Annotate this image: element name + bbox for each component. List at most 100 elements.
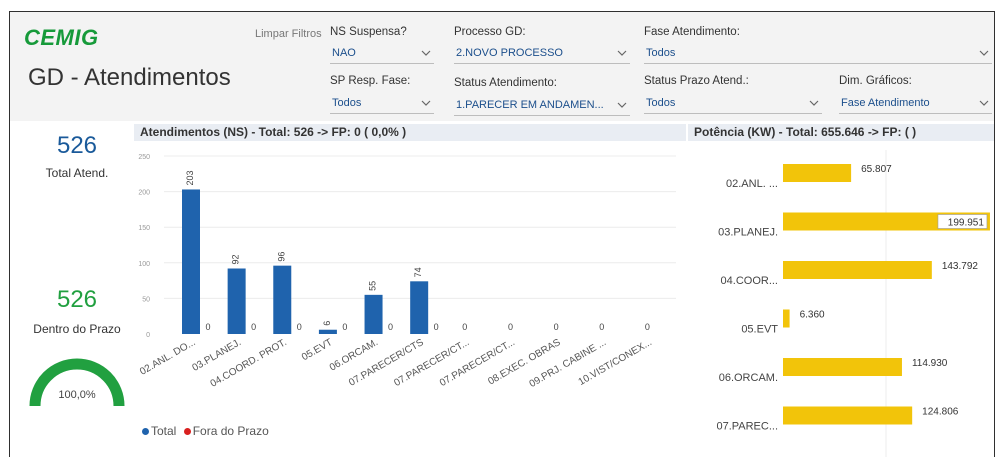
header: CEMIG GD - Atendimentos Limpar Filtros N… [10,12,994,121]
bar-potencia[interactable] [783,358,902,376]
gauge-label: 100,0% [58,389,96,401]
bar-total[interactable] [364,294,383,334]
y-tick-label: 50 [142,296,150,303]
bar-potencia[interactable] [783,406,913,425]
processo-gd-select[interactable]: 2.NOVO PROCESSO [454,44,630,64]
cemig-logo: CEMIG [24,25,99,50]
bar-total-label: 203 [185,170,195,185]
bar-value-label: 124.806 [922,407,959,418]
x-tick-label: 07.PARECER/CT... [392,337,471,389]
legend-total-marker [142,428,149,436]
status-atendimento-select[interactable]: 1.PARECER EM ANDAMEN... [454,96,630,116]
bar-total-label: 92 [231,254,241,264]
bar-total[interactable] [273,265,292,334]
chevron-down-icon [979,100,989,106]
processo-gd-value: 2.NOVO PROCESSO [456,47,563,59]
bar-total-label: 55 [368,281,378,291]
status-prazo-value: Todos [646,97,676,109]
atendimentos-chart-panel: Atendimentos (NS) - Total: 526 -> FP: 0 … [134,124,686,457]
bar-total-label: 0 [599,322,604,332]
bar-fora-label: 0 [251,322,256,332]
page-title: GD - Atendimentos [28,64,231,91]
y-tick-label: 100 [138,261,150,268]
bar-total[interactable] [318,329,337,334]
fase-atendimento-value: Todos [646,47,676,59]
legend-fora-marker [183,428,191,436]
dentro-prazo-value: 526 [56,286,98,313]
atendimentos-bar-chart: 050100150200250203002.ANL. DO...92003.PL… [138,154,676,390]
bar-total-label: 0 [645,322,650,332]
kpi-panel: 526 Total Atend. 526 Dentro do Prazo 100… [22,124,132,457]
x-tick-label: 02.ANL. DO... [138,337,197,378]
ns-suspensa-label: NS Suspensa? [330,26,407,38]
chevron-down-icon [809,100,819,106]
chevron-down-icon [617,102,627,108]
legend-fora-label[interactable]: Fora do Prazo [193,424,269,438]
bar-total-label: 74 [413,267,423,277]
category-label: 06.ORCAM. [719,372,778,384]
bar-potencia[interactable] [783,261,932,279]
potencia-chart-title: Potência (KW) - Total: 655.646 -> FP: ( … [688,124,994,141]
category-label: 04.COOR... [721,275,778,287]
bar-potencia[interactable] [783,309,790,328]
chevron-down-icon [617,50,627,56]
fase-atendimento-label: Fase Atendimento: [644,26,740,38]
category-label: 05.EVT [741,324,778,336]
atendimentos-chart-title: Atendimentos (NS) - Total: 526 -> FP: 0 … [134,124,686,141]
bar-total-label: 6 [322,321,332,326]
chevron-down-icon [421,50,431,56]
potencia-bar-chart: 02.ANL. ... 65.807 03.PLANEJ. 199.951 04.COO… [716,150,990,457]
category-label: 03.PLANEJ. [718,227,778,239]
y-tick-label: 250 [138,154,150,161]
category-label: 02.ANL. ... [726,178,778,190]
bar-total-label: 0 [554,322,559,332]
bar-value-label: 65.807 [861,164,892,175]
bar-potencia[interactable] [783,164,852,182]
bar-value-label: 143.792 [942,261,979,272]
x-tick-label: 07.PARECER/CT... [438,337,517,389]
dim-graficos-select[interactable]: Fase Atendimento [839,94,992,114]
bar-fora-label: 0 [342,322,347,332]
y-tick-label: 150 [138,225,150,232]
potencia-chart-panel: Potência (KW) - Total: 655.646 -> FP: ( … [688,124,994,457]
bar-total-label: 96 [276,252,286,262]
bar-total-label: 0 [462,322,467,332]
chevron-down-icon [421,100,431,106]
clear-filters-button[interactable]: Limpar Filtros [255,28,322,40]
chart-legend: Total Fora do Prazo [142,424,269,438]
status-prazo-select[interactable]: Todos [644,94,822,114]
bar-total[interactable] [410,281,429,334]
bar-fora-label: 0 [434,322,439,332]
bar-total-label: 0 [508,322,513,332]
x-tick-label: 07.PARECER/CTS [347,337,426,389]
bar-value-label: 114.930 [912,358,948,369]
total-atend-label: Total Atend. [45,166,109,180]
sp-resp-fase-label: SP Resp. Fase: [330,75,411,87]
legend-total-label[interactable]: Total [151,424,176,438]
category-label: 07.PAREC... [716,421,778,433]
bar-fora-label: 0 [388,322,393,332]
sp-resp-fase-select[interactable]: Todos [330,94,434,114]
dentro-prazo-label: Dentro do Prazo [33,322,121,336]
bar-fora-label: 0 [297,322,302,332]
bar-fora-label: 0 [205,322,210,332]
processo-gd-label: Processo GD: [454,26,526,38]
ns-suspensa-value: NAO [332,47,356,59]
dashboard-frame: CEMIG GD - Atendimentos Limpar Filtros N… [9,11,995,457]
dim-graficos-value: Fase Atendimento [841,97,930,109]
status-atendimento-value: 1.PARECER EM ANDAMEN... [456,99,604,111]
status-prazo-label: Status Prazo Atend.: [644,75,749,87]
y-tick-label: 0 [146,332,150,339]
x-tick-label: 04.COORD. PROT. [209,337,289,390]
bar-value-label: 6.360 [800,310,825,321]
prazo-gauge [29,358,125,407]
bar-value-label: 199.951 [948,218,985,229]
bar-total[interactable] [227,268,246,334]
dim-graficos-label: Dim. Gráficos: [839,75,912,87]
x-tick-label: 05.EVT [300,337,334,363]
sp-resp-fase-value: Todos [332,97,362,109]
chevron-down-icon [979,50,989,56]
ns-suspensa-select[interactable]: NAO [330,44,434,64]
bar-total[interactable] [182,189,200,334]
fase-atendimento-select[interactable]: Todos [644,44,992,64]
